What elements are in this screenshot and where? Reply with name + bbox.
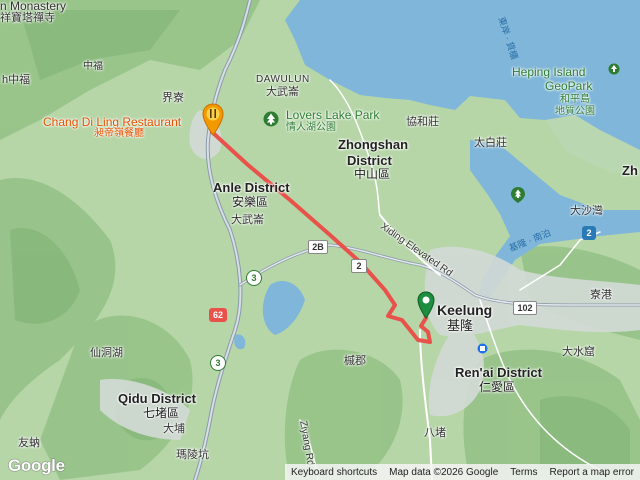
highway-3-shield: 3 — [246, 270, 262, 286]
keelung-zh-label: 基隆 — [447, 318, 474, 333]
jieliao-label: 界寮 — [162, 92, 184, 104]
zhongfu-label: 中福 — [83, 61, 103, 72]
highway-2-shield-b: 2 — [351, 259, 367, 273]
restaurant-label[interactable]: Chang Di Ling Restaurant — [43, 116, 181, 129]
badu-label: 八堵 — [424, 427, 446, 439]
renai-zh-label: 仁愛區 — [479, 380, 516, 394]
dawulun2-label: 大武崙 — [231, 214, 264, 226]
zhongshan-zh-label: 中山區 — [354, 167, 391, 181]
taibaizhuang-label: 太白莊 — [474, 137, 507, 149]
highway-3b-shield: 3 — [210, 355, 226, 371]
anle-label: Anle District — [213, 180, 290, 195]
station-icon — [477, 343, 488, 354]
xiehezhuang-label: 協和莊 — [406, 116, 439, 128]
highway-62-shield: 62 — [209, 308, 227, 322]
monastery-zh-label: 祥寶塔禪寺 — [0, 12, 55, 24]
zhongshan-district-label: District — [347, 153, 392, 168]
report-error-link[interactable]: Report a map error — [544, 467, 640, 478]
road-2b-shield: 2B — [308, 240, 328, 254]
destination-flag-icon[interactable] — [416, 291, 436, 321]
attribution-bar: Keyboard shortcuts Map data ©2026 Google… — [284, 464, 640, 480]
restaurant-pin-icon[interactable] — [201, 103, 225, 137]
xiandong-label: 仙洞湖 — [90, 347, 123, 359]
dawulun-label: DAWULUN — [256, 74, 310, 85]
highway-102-shield: 102 — [513, 301, 537, 315]
qidu-label: Qidu District — [118, 391, 197, 406]
geopark-zh-label[interactable]: 地質公園 — [555, 106, 595, 118]
lovers-lake-label[interactable]: Lovers Lake Park — [286, 109, 379, 122]
dapu-label: 大埔 — [163, 423, 185, 435]
google-logo: Google — [8, 456, 65, 476]
dashawan-label: 大沙灣 — [570, 205, 603, 217]
heping-zh-label[interactable]: 和平島 — [560, 94, 590, 106]
logo-text: Google — [8, 456, 65, 475]
zh-edge-label: Zh — [622, 163, 638, 178]
malingkeng-label: 瑪陵坑 — [176, 449, 209, 461]
geopark-label[interactable]: GeoPark — [545, 80, 592, 93]
heping-island-label[interactable]: Heping Island — [512, 66, 585, 79]
keyboard-shortcuts-link[interactable]: Keyboard shortcuts — [285, 467, 383, 478]
renai-label: Ren'ai District — [455, 365, 542, 380]
anle-zh-label: 安樂區 — [232, 195, 269, 209]
map-data-text: Map data ©2026 Google — [389, 466, 499, 478]
heping-tree-icon — [608, 63, 620, 75]
restaurant-zh-label[interactable]: 昶帝嶺餐廳 — [94, 128, 144, 140]
youbao-label: 友蚋 — [18, 437, 40, 449]
dashuiku-label: 大水窟 — [562, 346, 595, 358]
park-tree-icon[interactable] — [263, 111, 279, 127]
lovers-lake-zh-label[interactable]: 情人湖公園 — [286, 122, 336, 134]
geopark-tree-icon[interactable] — [510, 186, 526, 204]
terms-link[interactable]: Terms — [504, 467, 543, 478]
qidu-zh-label: 七堵區 — [143, 406, 180, 420]
highway-2-shield: 2 — [582, 226, 596, 240]
dawulun-zh-label: 大武崙 — [266, 86, 299, 98]
liaogang-label: 寮港 — [590, 289, 612, 301]
keelung-label: Keelung — [437, 302, 493, 318]
nuanjun-label: 槭郡 — [344, 355, 366, 367]
zhongfu2-label: h中福 — [2, 74, 31, 86]
zhongshan-label: Zhongshan — [338, 137, 409, 152]
monastery-label: n Monastery — [0, 0, 67, 13]
